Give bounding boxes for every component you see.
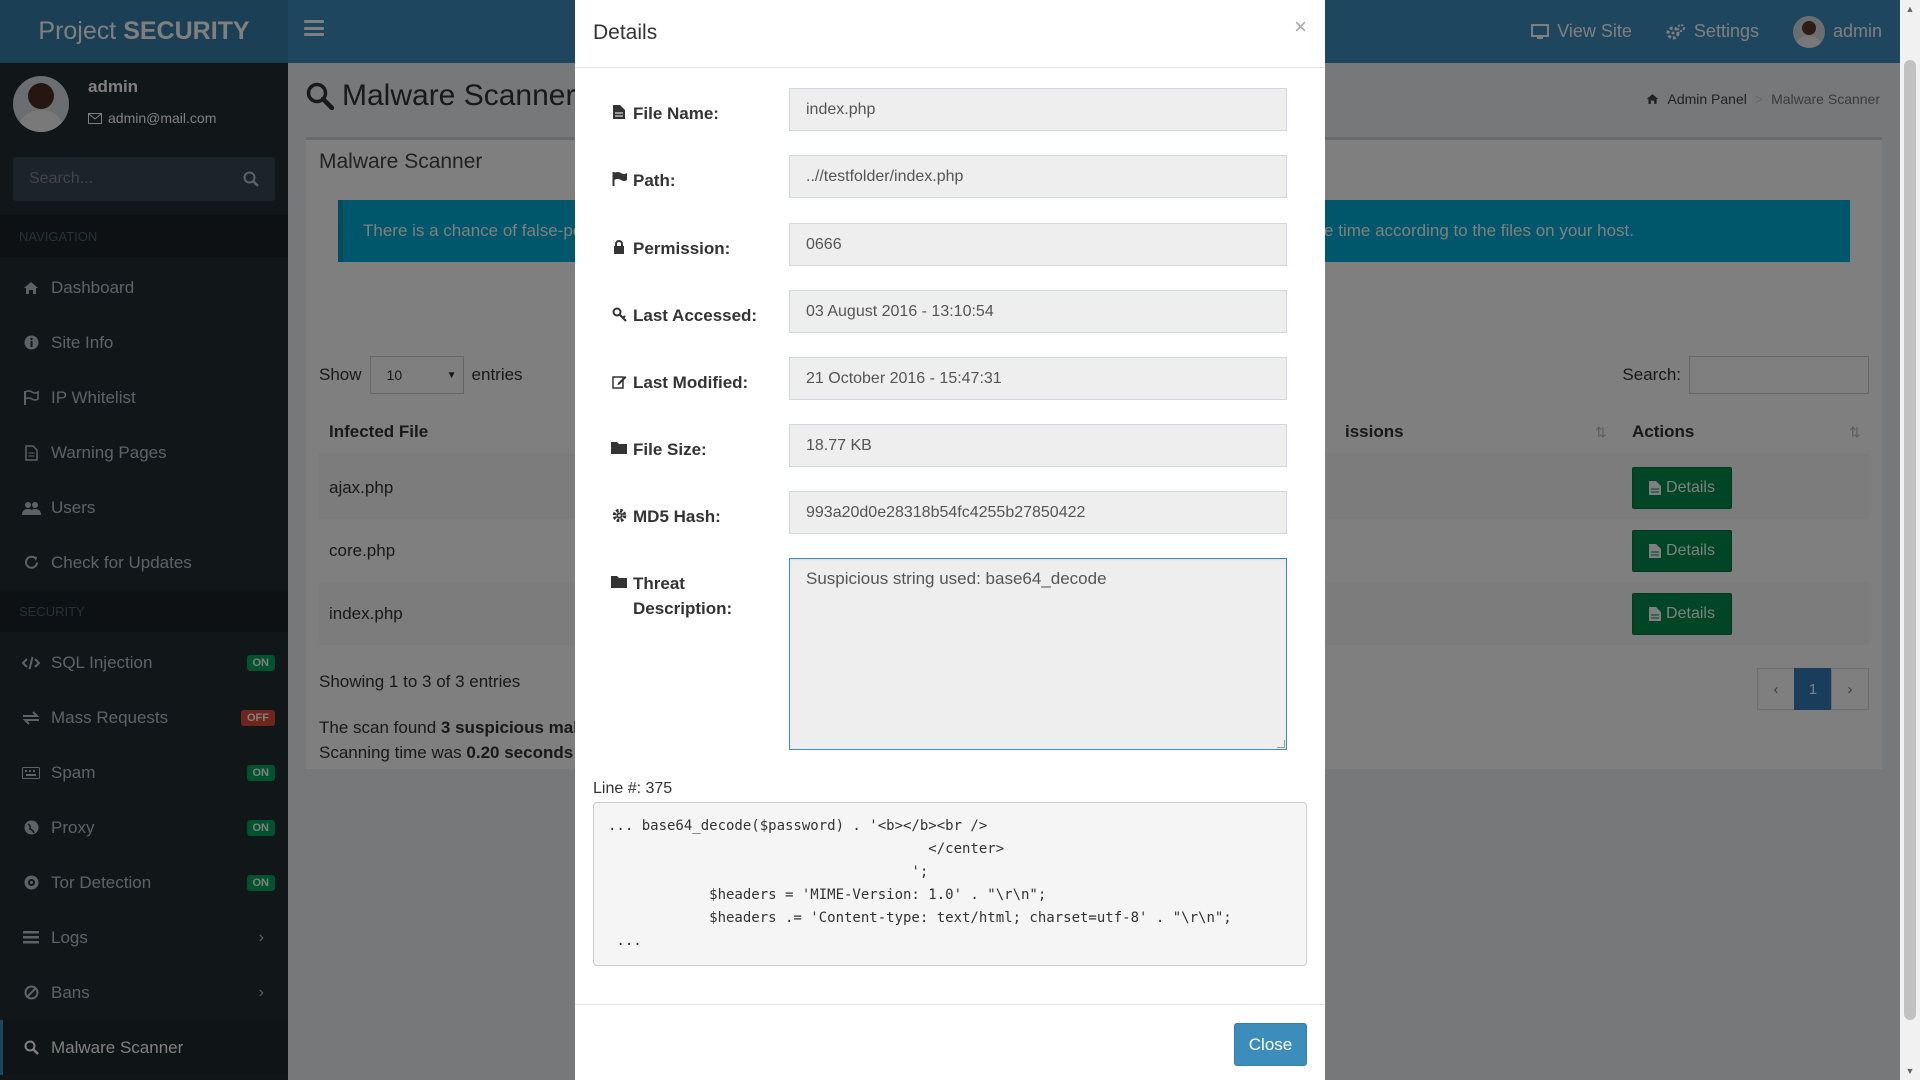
file-size-field[interactable]: 18.77 KB (789, 424, 1287, 467)
folder-icon (611, 437, 627, 454)
field-label: Path: (611, 155, 787, 193)
field-label: File Name: (611, 88, 787, 126)
modal-header: Details × (575, 0, 1325, 68)
field-file-size: File Size: 18.77 KB (611, 424, 1291, 467)
resize-handle-icon[interactable] (1277, 740, 1285, 748)
threat-description-textarea[interactable]: Suspicious string used: base64_decode (789, 558, 1287, 750)
last-accessed-field[interactable]: 03 August 2016 - 13:10:54 (789, 290, 1287, 333)
field-file-name: File Name: index.php (611, 88, 1291, 131)
field-label: Last Accessed: (611, 290, 787, 328)
edit-icon (611, 370, 627, 389)
last-modified-field[interactable]: 21 October 2016 - 15:47:31 (789, 357, 1287, 400)
close-icon[interactable]: × (1294, 16, 1307, 38)
details-modal: Details × File Name: index.php Path: ../… (575, 0, 1325, 1080)
code-snippet: ... base64_decode($password) . '<b></b><… (593, 802, 1307, 966)
field-threat-description: Threat Description: Suspicious string use… (611, 558, 1291, 750)
close-button[interactable]: Close (1234, 1023, 1307, 1066)
page-scrollbar[interactable]: ▲ ▼ (1900, 0, 1920, 1080)
permission-field[interactable]: 0666 (789, 223, 1287, 266)
field-label-text: Last Accessed: (633, 306, 758, 325)
lock-icon (611, 236, 627, 254)
field-label-text: Last Modified: (633, 373, 749, 392)
field-label-text: Permission: (633, 239, 731, 258)
file-icon (611, 101, 627, 119)
path-field[interactable]: ..//testfolder/index.php (789, 155, 1287, 198)
field-label: Threat Description: (611, 558, 787, 621)
field-last-accessed: Last Accessed: 03 August 2016 - 13:10:54 (611, 290, 1291, 333)
threat-label-line2: Description: (633, 599, 733, 618)
field-label: Permission: (611, 223, 787, 261)
field-label: File Size: (611, 424, 787, 462)
key-icon (611, 303, 627, 322)
field-label: Last Modified: (611, 357, 787, 395)
field-last-modified: Last Modified: 21 October 2016 - 15:47:3… (611, 357, 1291, 400)
field-label-text: File Size: (633, 440, 707, 459)
flag-icon (611, 168, 627, 186)
scrollbar-thumb[interactable] (1904, 60, 1916, 1020)
file-name-field[interactable]: index.php (789, 88, 1287, 131)
scroll-down-arrow[interactable]: ▼ (1900, 1062, 1920, 1080)
field-path: Path: ..//testfolder/index.php (611, 155, 1291, 198)
field-label-text: MD5 Hash: (633, 507, 721, 526)
field-label-text: Path: (633, 171, 676, 190)
threat-description-text: Suspicious string used: base64_decode (806, 569, 1107, 588)
field-label-text: Threat Description: (633, 571, 732, 621)
modal-title: Details (593, 21, 658, 44)
md5-hash-field[interactable]: 993a20d0e28318b54fc4255b27850422 (789, 491, 1287, 534)
field-label: MD5 Hash: (611, 491, 787, 529)
gear-icon (611, 504, 627, 523)
field-permission: Permission: 0666 (611, 223, 1291, 266)
folder-icon (611, 571, 627, 588)
modal-footer: Close (575, 1004, 1325, 1080)
threat-label-line1: Threat (633, 574, 685, 593)
field-label-text: File Name: (633, 104, 719, 123)
scroll-up-arrow[interactable]: ▲ (1900, 0, 1920, 18)
field-md5-hash: MD5 Hash: 993a20d0e28318b54fc4255b278504… (611, 491, 1291, 534)
line-number: Line #: 375 (593, 780, 673, 797)
